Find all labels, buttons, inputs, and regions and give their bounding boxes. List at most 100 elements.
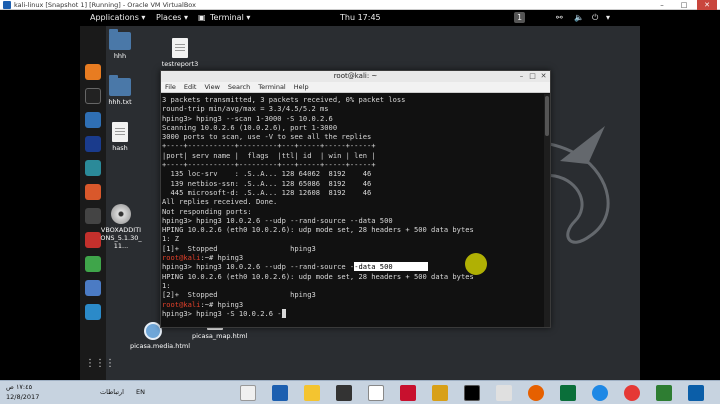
- desktop-icon-hash[interactable]: hash: [100, 122, 140, 152]
- terminal-line: round-trip min/avg/max = 3.3/4.5/5.2 ms: [162, 104, 329, 114]
- photos-taskbar-icon[interactable]: [432, 385, 448, 401]
- settings-taskbar-icon[interactable]: [496, 385, 512, 401]
- terminal-minimize-button[interactable]: –: [517, 72, 526, 81]
- word-taskbar-icon[interactable]: [688, 385, 704, 401]
- desktop-icon-testreport3[interactable]: testreport3: [160, 38, 200, 68]
- terminal-titlebar[interactable]: root@kali: ~ – □ ✕: [161, 71, 550, 82]
- terminal-line: hping3> hping3 -S 10.0.2.6 -_: [162, 308, 543, 318]
- terminal-line: 3000 ports to scan, use -V to see all th…: [162, 132, 372, 142]
- pdf-taskbar-icon[interactable]: [400, 385, 416, 401]
- menu-file[interactable]: File: [165, 83, 176, 91]
- edge-taskbar-icon[interactable]: [592, 385, 608, 401]
- terminal-line: root@kali:~# hping3: [162, 300, 543, 309]
- terminal-title: root@kali: ~: [333, 72, 378, 80]
- tray-date[interactable]: 12/8/2017: [6, 392, 39, 403]
- terminal-line: 139 netbios-ssn: .S..A... 128 65086 8192…: [162, 178, 372, 188]
- terminal-scrollbar[interactable]: [544, 94, 550, 327]
- highlighted-selection: -data 500: [354, 262, 428, 272]
- prompt-user: root@kali: [162, 299, 201, 309]
- explorer-icon[interactable]: [240, 385, 256, 401]
- terminal-line: +----+-----------+---------+---+-----+--…: [162, 160, 376, 170]
- menu-view[interactable]: View: [204, 83, 219, 91]
- terminal-line: [1]+ Stopped hping3: [162, 243, 316, 253]
- workspace-badge[interactable]: 1: [514, 12, 526, 23]
- scrollbar-thumb[interactable]: [545, 96, 549, 136]
- terminal-line: hping3> hping3 --scan 1-3000 -S 10.0.2.6: [162, 113, 333, 123]
- greenbone-icon[interactable]: [85, 280, 101, 296]
- language-indicator[interactable]: EN: [136, 387, 145, 398]
- faraday-icon[interactable]: [85, 232, 101, 248]
- desktop-icon-label: hhh.txt: [108, 98, 132, 106]
- dreamweaver-taskbar-icon[interactable]: [560, 385, 576, 401]
- document-icon: [172, 38, 188, 58]
- terminal-line: HPING 10.0.2.6 (eth0 10.0.2.6): udp mode…: [162, 225, 474, 235]
- prompt-command: :~# hping3: [200, 299, 244, 309]
- chrome-taskbar-icon[interactable]: [624, 385, 640, 401]
- terminal-line: 445 microsoft-d: .S..A... 128 12608 8192…: [162, 187, 372, 197]
- excel-taskbar-icon[interactable]: [656, 385, 672, 401]
- terminal-app-icon: ▣: [198, 13, 206, 22]
- menu-help[interactable]: Help: [294, 83, 309, 91]
- terminal-dock-icon[interactable]: [85, 88, 101, 104]
- windows-taskbar: ١٧:٤٥ ص 12/8/2017 ارتباطات EN: [0, 380, 720, 404]
- maltego-icon[interactable]: [85, 304, 101, 320]
- leafpad-icon[interactable]: [85, 256, 101, 272]
- document-icon: [112, 122, 128, 142]
- clock[interactable]: Thu 17:45: [340, 10, 381, 26]
- terminal-line: Not responding ports:: [162, 206, 252, 216]
- applications-menu[interactable]: Applications ▾: [90, 10, 145, 26]
- firefox-taskbar-icon[interactable]: [528, 385, 544, 401]
- terminal-line: [2]+ Stopped hping3: [162, 290, 316, 300]
- disc-icon: [111, 204, 131, 224]
- menu-terminal[interactable]: Terminal: [258, 83, 285, 91]
- folder-icon: [109, 29, 131, 50]
- minimize-button[interactable]: –: [652, 0, 672, 10]
- terminal-line: 1:: [162, 280, 171, 290]
- terminal-line: All replies received. Done.: [162, 197, 278, 207]
- places-menu[interactable]: Places ▾: [156, 10, 188, 26]
- notepad-taskbar-icon[interactable]: [368, 385, 384, 401]
- volume-icon[interactable]: 🔈: [574, 10, 584, 26]
- desktop-icon-label: picasa.media.html: [130, 342, 191, 350]
- desktop: ⋮⋮⋮ hhh testreport3 hhh.txt hash VBOXADD…: [80, 26, 640, 380]
- desktop-icon-label: hhh: [113, 52, 127, 60]
- desktop-icon-hhh-txt[interactable]: hhh.txt: [100, 75, 140, 106]
- network-icon[interactable]: ⚯: [556, 10, 563, 26]
- network-label[interactable]: ارتباطات: [100, 387, 124, 398]
- beef-icon[interactable]: [85, 208, 101, 224]
- menu-edit[interactable]: Edit: [184, 83, 197, 91]
- terminal-close-button[interactable]: ✕: [539, 72, 548, 81]
- folder-taskbar-icon[interactable]: [304, 385, 320, 401]
- gnome-top-bar: Applications ▾ Places ▾ ▣ Terminal ▾ Thu…: [80, 10, 640, 26]
- armitage-icon[interactable]: [85, 160, 101, 176]
- firefox-icon[interactable]: [85, 64, 101, 80]
- kali-taskbar-icon[interactable]: [336, 385, 352, 401]
- terminal-line: 1: Z: [162, 234, 180, 244]
- prompt-command: :~# hping3: [200, 253, 244, 263]
- folder-icon: [109, 75, 131, 96]
- close-button[interactable]: ✕: [697, 0, 717, 10]
- terminal-maximize-button[interactable]: □: [528, 72, 537, 81]
- power-icon[interactable]: ⏻: [592, 10, 598, 26]
- desktop-icon-label: hash: [112, 144, 128, 152]
- menu-search[interactable]: Search: [228, 83, 250, 91]
- burpsuite-icon[interactable]: [85, 184, 101, 200]
- terminal-line: HPING 10.0.2.6 (eth0 10.0.2.6): udp mode…: [162, 271, 474, 281]
- desktop-icon-hhh[interactable]: hhh: [100, 29, 140, 60]
- virtualbox-taskbar-icon[interactable]: [272, 385, 288, 401]
- desktop-icon-label: picasa_map.html: [192, 332, 248, 340]
- command-text: hping3> hping3 10.0.2.6 --udp --rand-sou…: [162, 262, 355, 272]
- show-apps-icon[interactable]: ⋮⋮⋮: [85, 356, 115, 372]
- system-menu-chevron-icon[interactable]: ▾: [606, 10, 610, 26]
- terminal-window[interactable]: root@kali: ~ – □ ✕ File Edit View Search Ter…: [160, 70, 551, 328]
- maximize-button[interactable]: □: [674, 0, 694, 10]
- metasploit-icon[interactable]: [85, 136, 101, 152]
- mouse-cursor-highlight: [465, 253, 487, 275]
- terminal-line: |port| serv name | flags |ttl| id | win …: [162, 150, 376, 160]
- desktop-icon-vboxadditions[interactable]: VBOXADDITIONS_5.1.30_11...: [100, 204, 142, 250]
- current-command: hping3> hping3 -S 10.0.2.6 -: [162, 308, 282, 318]
- files-icon[interactable]: [85, 112, 101, 128]
- terminal-taskbar-icon[interactable]: [464, 385, 480, 401]
- terminal-app-menu[interactable]: Terminal ▾: [210, 10, 250, 26]
- terminal-output[interactable]: 3 packets transmitted, 3 packets receive…: [161, 94, 544, 327]
